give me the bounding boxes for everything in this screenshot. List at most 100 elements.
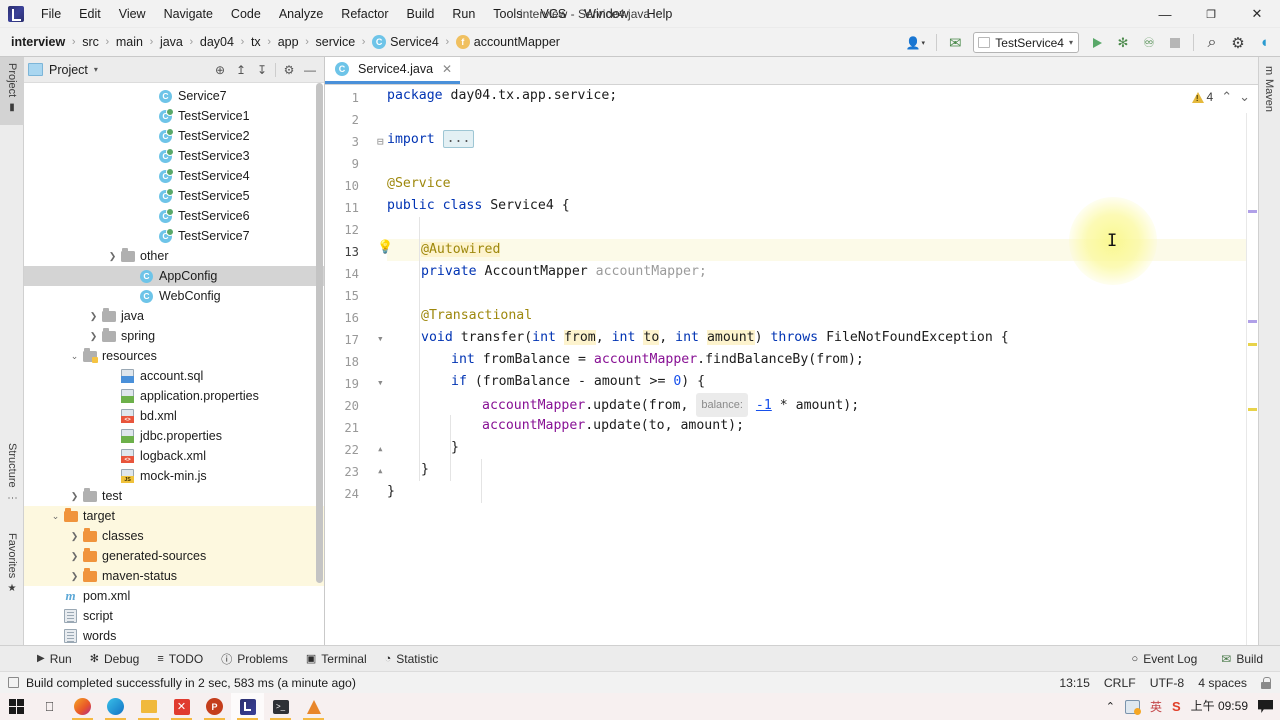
chevron-right-icon[interactable]: ❯ [87,331,100,342]
chevron-right-icon[interactable]: ❯ [68,531,81,542]
close-button[interactable]: ✕ [1234,0,1280,28]
previous-problem-icon[interactable]: ⌃ [1221,89,1232,105]
chevron-down-icon[interactable]: ▾ [94,65,98,74]
menu-analyze[interactable]: Analyze [270,3,332,25]
menu-refactor[interactable]: Refactor [332,3,397,25]
tree-item-testservice7[interactable]: C TestService7 [24,226,324,246]
tool-window-event-log[interactable]: ○ Event Log [1123,650,1207,668]
breadcrumb-item-interview[interactable]: interview [8,33,68,51]
tool-window-problems[interactable]: ⓘ Problems [212,649,297,669]
menu-build[interactable]: Build [398,3,444,25]
tree-item-pom-xml[interactable]: m pom.xml [24,586,324,606]
chevron-down-icon[interactable]: ⌄ [68,351,81,362]
tool-window-terminal[interactable]: ▣ Terminal [297,650,376,668]
menu-window[interactable]: Window [575,3,637,25]
minimize-button[interactable]: — [1142,0,1188,28]
hide-icon[interactable]: — [300,60,320,80]
taskbar-terminal[interactable]: >_ [264,693,297,720]
breadcrumb-item-Service4[interactable]: C Service4 [369,33,442,51]
task-view-button[interactable]: ⎕ [33,693,66,720]
taskbar-xmind[interactable]: ✕ [165,693,198,720]
tree-item-testservice1[interactable]: C TestService1 [24,106,324,126]
chevron-down-icon[interactable]: ⌄ [49,511,62,522]
project-tree-scrollbar[interactable] [316,83,323,583]
tree-item-classes[interactable]: ❯ classes [24,526,324,546]
tree-item-application-properties[interactable]: application.properties [24,386,324,406]
tree-item-service7[interactable]: C Service7 [24,86,324,106]
write-lock-icon[interactable] [1261,676,1271,689]
chevron-right-icon[interactable]: ❯ [87,311,100,322]
sidebar-item-maven[interactable]: m Maven [1258,61,1280,123]
tool-window-debug[interactable]: ✻ Debug [81,650,149,668]
tree-item-testservice5[interactable]: C TestService5 [24,186,324,206]
menu-code[interactable]: Code [222,3,270,25]
status-message[interactable]: Build completed successfully in 2 sec, 5… [26,676,356,690]
ide-assistant-icon[interactable]: ◖ [1252,31,1276,55]
tool-window-todo[interactable]: ≡ TODO [148,650,212,668]
tree-item-target[interactable]: ⌄ target [24,506,324,526]
run-button[interactable] [1085,31,1109,55]
next-problem-icon[interactable]: ⌄ [1239,89,1250,105]
settings-gear-icon[interactable]: ⚙ [1226,31,1250,55]
fold-expand-icon[interactable]: ▴ [377,464,384,477]
chevron-right-icon[interactable]: ❯ [68,491,81,502]
error-stripe-marker[interactable] [1248,320,1257,323]
start-button[interactable] [0,693,33,720]
tree-item-spring[interactable]: ❯ spring [24,326,324,346]
tree-item-other[interactable]: ❯ other [24,246,324,266]
tree-item-testservice3[interactable]: C TestService3 [24,146,324,166]
user-account-icon[interactable]: 👤 ▾ [900,31,930,55]
expand-all-icon[interactable]: ↥ [231,60,251,80]
folded-imports[interactable]: ... [442,130,475,148]
tree-item-testservice2[interactable]: C TestService2 [24,126,324,146]
file-encoding[interactable]: UTF-8 [1150,676,1185,690]
menu-help[interactable]: Help [638,3,682,25]
menu-edit[interactable]: Edit [70,3,110,25]
tree-item-logback-xml[interactable]: <> logback.xml [24,446,324,466]
tree-item-resources[interactable]: ⌄ resources [24,346,324,366]
tree-item-testservice4[interactable]: C TestService4 [24,166,324,186]
fold-collapse-icon[interactable]: ⊟ [377,135,384,148]
taskbar-firefox[interactable] [66,693,99,720]
error-stripe-marker[interactable] [1248,343,1257,346]
project-tree[interactable]: C Service7 C TestService1 C TestService2 C Test… [24,83,324,645]
menu-vcs[interactable]: VCS [531,3,575,25]
fold-expand-icon[interactable]: ▴ [377,442,384,455]
menu-navigate[interactable]: Navigate [155,3,222,25]
tool-window-run[interactable]: ▶ Run [28,650,81,668]
tree-item-jdbc-properties[interactable]: jdbc.properties [24,426,324,446]
menu-view[interactable]: View [110,3,155,25]
tree-item-maven-status[interactable]: ❯ maven-status [24,566,324,586]
tree-item-bd-xml[interactable]: <> bd.xml [24,406,324,426]
gear-icon[interactable]: ⚙ [279,60,299,80]
screenshot-tool-icon[interactable] [1124,699,1141,715]
tab-Service4-java[interactable]: C Service4.java ✕ [325,57,461,84]
tree-item-java[interactable]: ❯ java [24,306,324,326]
fold-collapse-icon[interactable]: ▾ [377,376,384,389]
breadcrumb-item-src[interactable]: src [79,33,102,51]
maximize-button[interactable]: ❐ [1188,0,1234,28]
chevron-right-icon[interactable]: ❯ [68,551,81,562]
tree-item-webconfig[interactable]: C WebConfig [24,286,324,306]
sidebar-item-structure[interactable]: Structure ⋮ [0,437,24,515]
code-editor[interactable]: 1 2 3 9 10 11 12 13 14 15 16 17 18 19 20… [325,85,1258,645]
locate-icon[interactable]: ⊕ [210,60,230,80]
breadcrumb-item-accountMapper[interactable]: f accountMapper [453,33,563,51]
sidebar-item-favorites[interactable]: Favorites ★ [0,527,24,611]
breadcrumb-item-day04[interactable]: day04 [197,33,237,51]
tool-window-build[interactable]: ✉ Build [1212,650,1272,668]
taskbar-intellij-idea[interactable] [231,693,264,720]
editor-gutter[interactable]: 1 2 3 9 10 11 12 13 14 15 16 17 18 19 20… [325,85,393,645]
tree-item-script[interactable]: script [24,606,324,626]
chevron-right-icon[interactable]: ❯ [106,251,119,262]
ime-indicator[interactable]: 英 [1150,698,1162,715]
search-everywhere-icon[interactable]: ⌕ [1200,31,1224,55]
debug-button[interactable]: ✻ [1111,31,1135,55]
taskbar-file-explorer[interactable] [132,693,165,720]
run-with-coverage-button[interactable]: ♾ [1137,31,1161,55]
sogou-input-icon[interactable]: S [1172,699,1181,714]
tree-item-testservice6[interactable]: C TestService6 [24,206,324,226]
menu-run[interactable]: Run [443,3,484,25]
tree-item-generated-sources[interactable]: ❯ generated-sources [24,546,324,566]
breadcrumb-item-service[interactable]: service [313,33,359,51]
